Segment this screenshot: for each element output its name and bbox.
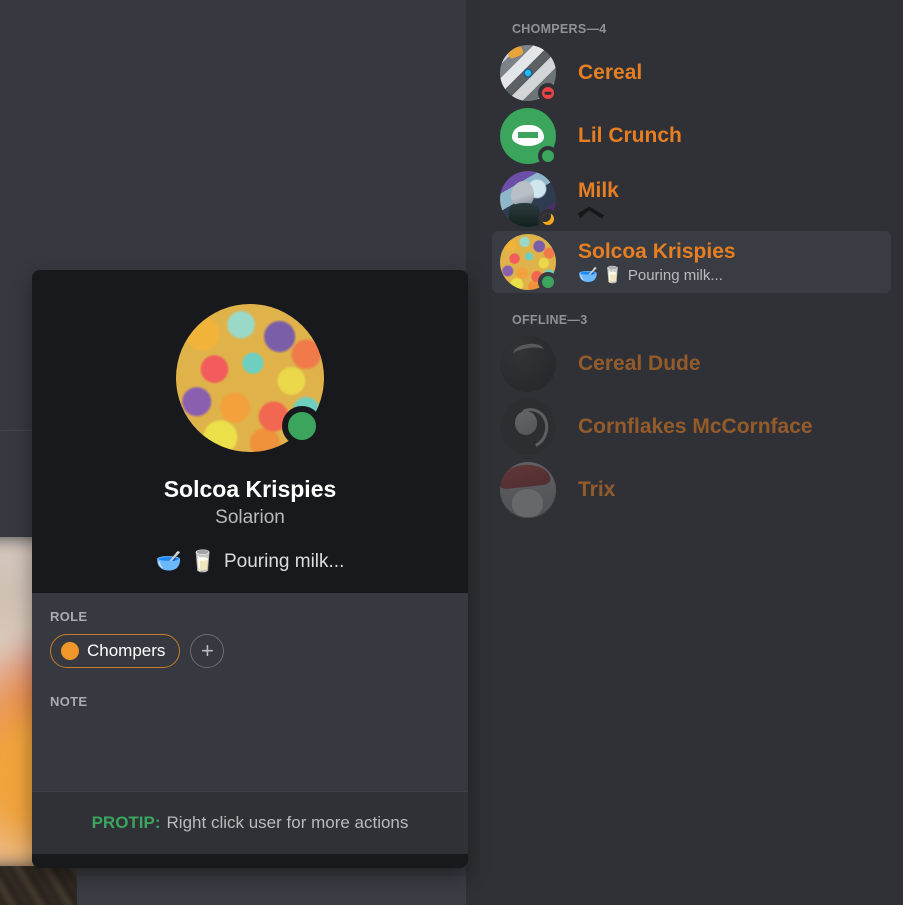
- user-profile-popout: Solcoa Krispies Solarion 🥣 🥛 Pouring mil…: [32, 270, 468, 868]
- chat-scrollbar-track[interactable]: [466, 0, 480, 905]
- message-attachment-image-2[interactable]: [0, 866, 77, 905]
- member-list-item-cornflakes-mccornface[interactable]: Cornflakes McCornface: [492, 396, 891, 458]
- avatar-wrapper: [500, 399, 556, 455]
- glass-of-milk-icon: 🥛: [602, 266, 623, 284]
- protip-text: Right click user for more actions: [166, 812, 409, 832]
- avatar-wrapper: [500, 108, 558, 166]
- member-custom-status-text: Pouring milk...: [627, 267, 723, 285]
- member-text: Lil Crunch: [578, 124, 682, 148]
- member-list-item-cereal-dude[interactable]: Cereal Dude: [492, 333, 891, 395]
- member-name: Cornflakes McCornface: [578, 414, 813, 438]
- member-list-panel: CHOMPERS—4 Cereal Lil Crunch Milk Solcoa…: [480, 0, 903, 905]
- member-list-item-lil-crunch[interactable]: Lil Crunch: [492, 105, 891, 167]
- member-text: Cereal Dude: [578, 352, 701, 376]
- message-row: [77, 876, 466, 905]
- attachment-thumbnail-2: [0, 866, 77, 905]
- avatar-wrapper: [500, 45, 558, 103]
- bowl-with-spoon-icon: 🥣: [578, 266, 598, 284]
- role-section-label: ROLE: [50, 608, 88, 624]
- profile-custom-status-text: Pouring milk...: [223, 550, 345, 572]
- role-color-dot-icon: [61, 641, 79, 660]
- member-name: Cereal: [578, 60, 643, 84]
- member-text: Milk: [578, 179, 619, 219]
- plus-icon: +: [200, 637, 214, 663]
- profile-username: Solcoa Krispies: [163, 476, 337, 502]
- member-name: Cereal Dude: [578, 351, 701, 375]
- member-custom-status: [578, 206, 619, 219]
- glass-of-milk-icon: 🥛: [189, 550, 216, 574]
- profile-status-indicator-online-icon: [282, 406, 322, 446]
- profile-avatar-wrapper: [176, 304, 324, 452]
- avatar[interactable]: [500, 462, 556, 518]
- dark-swoosh-icon: [578, 206, 604, 219]
- avatar-wrapper: [500, 336, 556, 392]
- member-text: Trix: [578, 478, 615, 502]
- member-group-header-offline: OFFLINE—3: [512, 313, 588, 327]
- avatar-wrapper: [500, 234, 558, 292]
- status-indicator-online-icon: [538, 272, 558, 292]
- avatar[interactable]: [500, 336, 556, 392]
- profile-custom-status: 🥣 🥛 Pouring milk...: [32, 551, 468, 573]
- role-row: Chompers +: [50, 633, 450, 668]
- avatar[interactable]: [500, 399, 556, 455]
- status-indicator-dnd-icon: [538, 83, 558, 103]
- status-indicator-online-icon: [538, 146, 558, 166]
- profile-protip-footer: PROTIP: Right click user for more action…: [32, 790, 468, 854]
- member-name: Milk: [578, 179, 619, 203]
- avatar-wrapper: [500, 462, 556, 518]
- member-list-item-milk[interactable]: Milk: [492, 168, 891, 230]
- role-label: Chompers: [87, 640, 166, 660]
- profile-discriminator: Solarion: [215, 506, 285, 528]
- member-name: Solcoa Krispies: [578, 239, 736, 263]
- profile-header: Solcoa Krispies Solarion 🥣 🥛 Pouring mil…: [32, 270, 468, 593]
- member-name: Lil Crunch: [578, 123, 682, 147]
- note-section-label: NOTE: [50, 693, 88, 709]
- protip-label: PROTIP:: [91, 812, 161, 832]
- member-group-header-chompers: CHOMPERS—4: [512, 22, 607, 36]
- bowl-with-spoon-icon: 🥣: [155, 550, 182, 574]
- avatar-wrapper: [500, 171, 558, 229]
- member-custom-status: 🥣 🥛 Pouring milk...: [578, 267, 736, 284]
- member-list-item-trix[interactable]: Trix: [492, 459, 891, 521]
- member-text: Cereal: [578, 61, 642, 85]
- member-name: Trix: [578, 477, 616, 501]
- member-list-item-cereal[interactable]: Cereal: [492, 42, 891, 104]
- discord-window: CHOMPERS—4 Cereal Lil Crunch Milk Solcoa…: [0, 0, 903, 905]
- member-text: Cornflakes McCornface: [578, 415, 813, 439]
- profile-body: ROLE Chompers + NOTE: [32, 592, 468, 791]
- member-text: Solcoa Krispies 🥣 🥛 Pouring milk...: [578, 240, 736, 284]
- add-role-button[interactable]: +: [190, 633, 225, 668]
- role-pill-chompers[interactable]: Chompers: [50, 633, 181, 668]
- member-list-item-solcoa-krispies[interactable]: Solcoa Krispies 🥣 🥛 Pouring milk...: [492, 231, 891, 293]
- status-indicator-idle-icon: [538, 209, 558, 229]
